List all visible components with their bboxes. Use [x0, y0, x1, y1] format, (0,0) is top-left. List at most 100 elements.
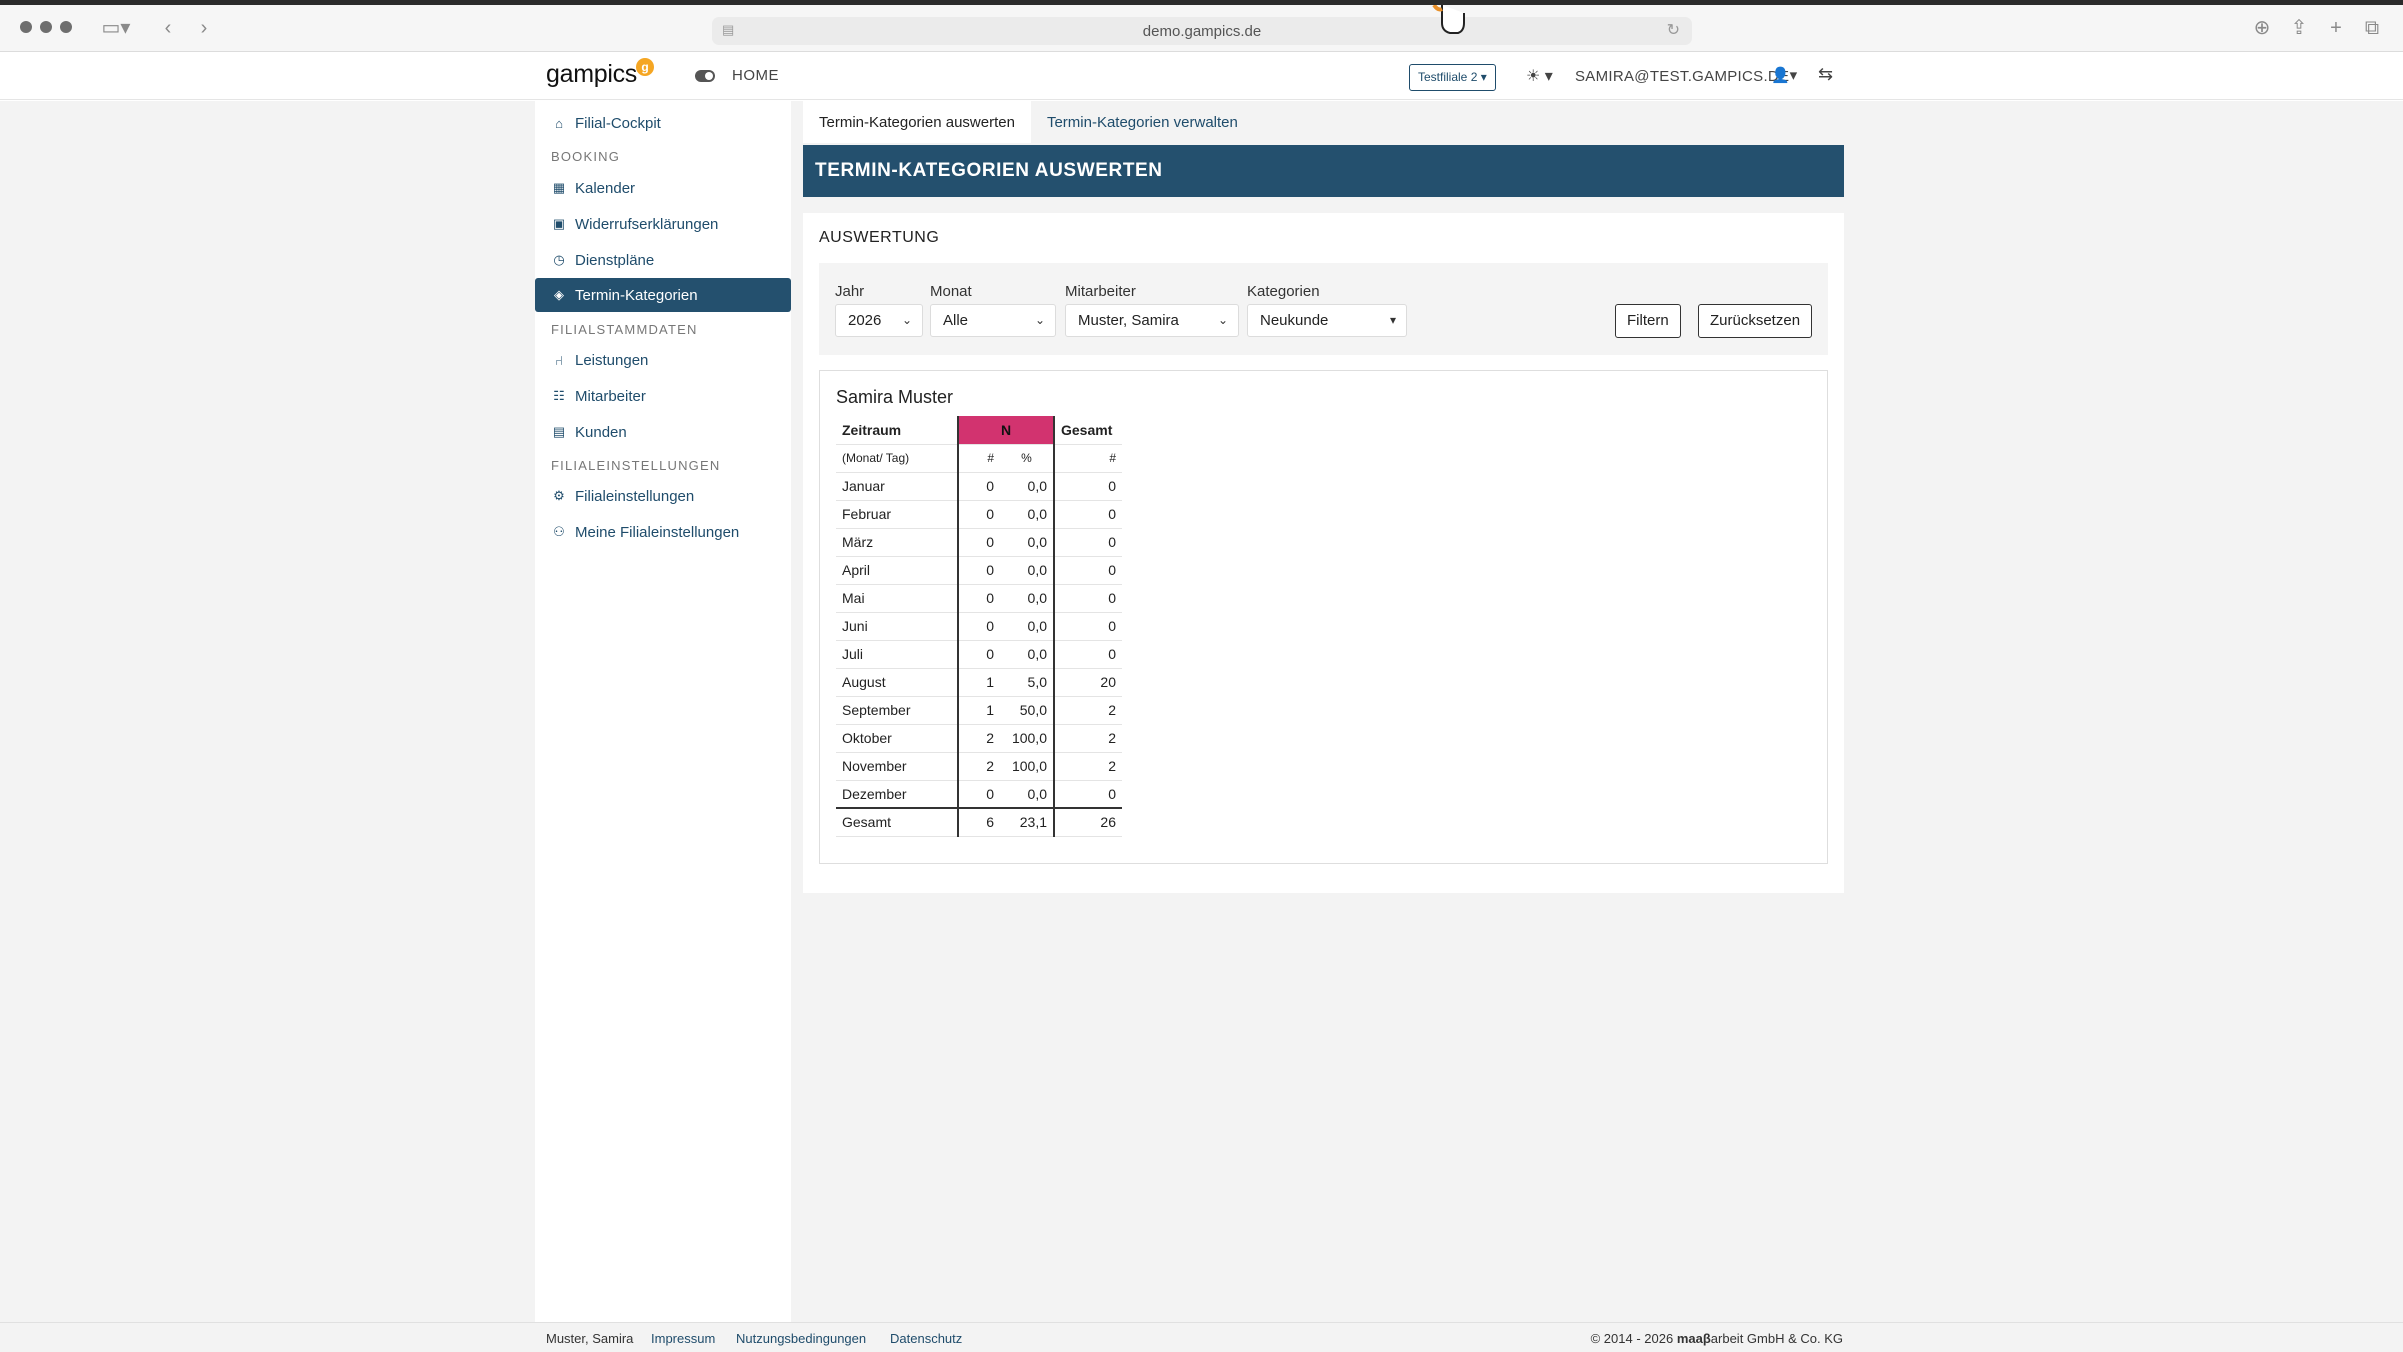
switch-icon[interactable]: ⇆	[1818, 64, 1833, 85]
close-window-button[interactable]	[20, 21, 32, 33]
reset-button[interactable]: Zurücksetzen	[1698, 304, 1813, 338]
month-label: Dezember	[836, 780, 958, 809]
caret-down-icon: ▾	[1389, 313, 1396, 327]
cogs-icon: ⚙	[553, 488, 565, 503]
count-cell: 2	[957, 724, 1000, 753]
total-cell: 20	[1053, 668, 1122, 697]
percent-cell: 0,0	[1000, 640, 1054, 669]
kategorien-select[interactable]: Neukunde ▾	[1247, 304, 1407, 337]
sidebar-item-label: Kunden	[575, 423, 627, 441]
count-cell: 1	[957, 696, 1000, 725]
sidebar: ⌂ Filial-Cockpit BOOKING ▦ Kalender ▣ Wi…	[535, 101, 791, 1322]
table-row: Februar 0 0,0 0	[836, 500, 1122, 529]
back-icon[interactable]: ‹	[158, 15, 178, 41]
sidebar-item-filial-cockpit[interactable]: ⌂ Filial-Cockpit	[535, 106, 791, 140]
percent-cell: 100,0	[1000, 724, 1054, 753]
count-cell: 0	[957, 780, 1000, 809]
reload-icon[interactable]: ↻	[1667, 20, 1680, 40]
sidebar-item-label: Meine Filialeinstellungen	[575, 523, 740, 541]
footer-link-nutzungsbedingungen[interactable]: Nutzungsbedingungen	[736, 1331, 866, 1346]
browser-toolbar: ▭▾ ‹ › ▤ demo.gampics.de ↻ ⊕ ⇪ + ⧉	[0, 0, 2403, 52]
home-link[interactable]: HOME	[732, 67, 779, 84]
sidebar-item-meine-filialeinstellungen[interactable]: ⚇ Meine Filialeinstellungen	[535, 515, 791, 549]
percent-cell: 50,0	[1000, 696, 1054, 725]
sidebar-item-kunden[interactable]: ▤ Kunden	[535, 415, 791, 449]
count-cell: 0	[957, 612, 1000, 641]
count-cell: 1	[957, 668, 1000, 697]
jahr-label: Jahr	[835, 283, 865, 300]
subheader-percent: %	[1000, 444, 1054, 473]
result-panel: Samira Muster Zeitraum N Gesamt (Monat/ …	[819, 370, 1828, 864]
table-row: Juli 0 0,0 0	[836, 640, 1122, 669]
tab-overview-icon[interactable]: ⧉	[2362, 15, 2382, 41]
filter-button[interactable]: Filtern	[1615, 304, 1681, 338]
sidebar-item-leistungen[interactable]: ⑁ Leistungen	[535, 343, 791, 377]
forward-icon[interactable]: ›	[194, 15, 214, 41]
percent-cell: 100,0	[1000, 752, 1054, 781]
tab-termin-kategorien-verwalten[interactable]: Termin-Kategorien verwalten	[1031, 101, 1254, 143]
site-settings-icon[interactable]: ▤	[722, 22, 736, 38]
count-cell: 2	[957, 752, 1000, 781]
address-bar[interactable]: ▤ demo.gampics.de ↻	[712, 17, 1692, 45]
user-email[interactable]: SAMIRA@TEST.GAMPICS.DE	[1575, 68, 1789, 85]
monat-select[interactable]: Alle ⌄	[930, 304, 1056, 337]
main-content: Termin-Kategorien auswerten Termin-Kateg…	[791, 101, 1852, 1322]
copyright-prefix: © 2014 - 2026	[1590, 1331, 1677, 1346]
share-icon[interactable]: ⇪	[2289, 15, 2309, 41]
sidebar-item-dienstplaene[interactable]: ◷ Dienstpläne	[535, 243, 791, 277]
footer-user: Muster, Samira	[546, 1331, 634, 1346]
jahr-select[interactable]: 2026 ⌄	[835, 304, 923, 337]
new-tab-icon[interactable]: +	[2326, 15, 2346, 41]
sidebar-heading-filialstammdaten: FILIALSTAMMDATEN	[551, 322, 698, 337]
monat-value: Alle	[943, 312, 969, 329]
percent-cell: 5,0	[1000, 668, 1054, 697]
count-cell: 0	[957, 640, 1000, 669]
table-total-row: Gesamt 6 23,1 26	[836, 807, 1122, 837]
table-row: November 2 100,0 2	[836, 752, 1122, 781]
sidebar-heading-booking: BOOKING	[551, 149, 621, 164]
zoom-window-button[interactable]	[60, 21, 72, 33]
table-row: Dezember 0 0,0 0	[836, 780, 1122, 809]
theme-sun-icon[interactable]: ☀ ▾	[1526, 66, 1553, 86]
card-title: AUSWERTUNG	[819, 229, 940, 246]
sidebar-item-mitarbeiter[interactable]: ☷ Mitarbeiter	[535, 379, 791, 413]
mitarbeiter-select[interactable]: Muster, Samira ⌄	[1065, 304, 1239, 337]
sidebar-item-kalender[interactable]: ▦ Kalender	[535, 171, 791, 205]
subheader-zeitraum: (Monat/ Tag)	[836, 444, 958, 473]
percent-cell: 0,0	[1000, 556, 1054, 585]
filiale-label: Testfiliale 2	[1418, 70, 1478, 84]
tab-termin-kategorien-auswerten[interactable]: Termin-Kategorien auswerten	[803, 101, 1031, 143]
app-navbar: gampics g HOME Testfiliale 2 ▾ ☀ ▾ SAMIR…	[0, 52, 2403, 100]
total-cell: 0	[1053, 640, 1122, 669]
sidebar-item-termin-kategorien[interactable]: ◈ Termin-Kategorien	[535, 278, 791, 312]
url-text: demo.gampics.de	[1142, 22, 1262, 40]
footer-link-datenschutz[interactable]: Datenschutz	[890, 1331, 962, 1346]
sidebar-item-filialeinstellungen[interactable]: ⚙ Filialeinstellungen	[535, 479, 791, 513]
filiale-dropdown[interactable]: Testfiliale 2 ▾	[1409, 64, 1496, 91]
sidebar-item-widerrufserklaerungen[interactable]: ▣ Widerrufserklärungen	[535, 207, 791, 241]
brand-badge: g	[636, 58, 654, 76]
sidebar-item-label: Termin-Kategorien	[575, 286, 698, 304]
minimize-window-button[interactable]	[40, 21, 52, 33]
auswertung-card: AUSWERTUNG Jahr 2026 ⌄ Monat Alle ⌄ Mita…	[803, 213, 1844, 893]
sidebar-heading-filialeinstellungen: FILIALEINSTELLUNGEN	[551, 458, 721, 473]
table-subheader-row: (Monat/ Tag) # % #	[836, 444, 1122, 473]
mitarbeiter-label: Mitarbeiter	[1065, 283, 1136, 300]
footer-copyright: © 2014 - 2026 maaβarbeit GmbH & Co. KG	[1591, 1331, 1843, 1346]
footer-link-impressum[interactable]: Impressum	[651, 1331, 715, 1346]
sidebar-toggle-icon[interactable]: ▭▾	[96, 15, 136, 41]
user-cog-icon: ⚇	[553, 524, 565, 539]
total-cell: 0	[1053, 472, 1122, 501]
header-gesamt: Gesamt	[1053, 416, 1122, 445]
chevron-down-icon: ⌄	[901, 313, 912, 327]
table-header-row: Zeitraum N Gesamt	[836, 416, 1122, 445]
toggle-icon[interactable]	[695, 70, 715, 82]
brand-logo[interactable]: gampics	[546, 60, 637, 89]
month-label: November	[836, 752, 958, 781]
downloads-icon[interactable]: ⊕	[2252, 15, 2272, 41]
window-controls[interactable]	[20, 21, 72, 33]
chevron-down-icon: ⌄	[1034, 313, 1045, 327]
month-label: April	[836, 556, 958, 585]
user-menu-icon[interactable]: 👤▾	[1771, 66, 1797, 84]
sidebar-item-label: Leistungen	[575, 351, 649, 369]
